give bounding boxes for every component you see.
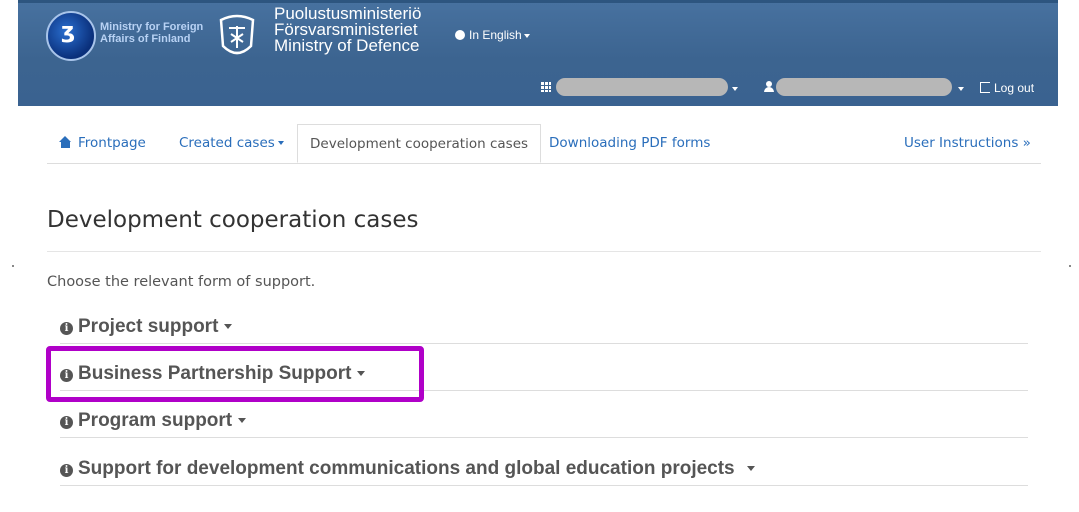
edge-mark xyxy=(1069,265,1071,267)
info-icon: i xyxy=(60,464,73,477)
support-label: Support for development communications a… xyxy=(78,458,735,479)
redacted-organization-menu[interactable] xyxy=(556,78,728,96)
home-icon xyxy=(59,136,72,148)
support-project[interactable]: i Project support xyxy=(60,316,1028,344)
support-program[interactable]: i Program support xyxy=(60,410,1028,438)
language-selector[interactable]: In English xyxy=(455,28,530,42)
globe-icon xyxy=(455,30,465,40)
chevron-down-icon xyxy=(238,418,247,424)
user-icon[interactable] xyxy=(764,81,774,92)
site-header: ʒ Ministry for Foreign Affairs of Finlan… xyxy=(18,0,1058,106)
highlight-box xyxy=(46,346,424,402)
chevron-down-icon xyxy=(277,141,284,145)
redacted-user-menu[interactable] xyxy=(776,78,952,96)
logout-icon xyxy=(980,82,990,93)
logout-button[interactable]: Log out xyxy=(980,81,1034,95)
chevron-down-icon xyxy=(523,33,530,38)
chevron-down-icon xyxy=(732,87,738,91)
divider xyxy=(47,251,1041,252)
page-title: Development cooperation cases xyxy=(47,207,419,233)
info-icon: i xyxy=(60,416,73,429)
support-development-communications[interactable]: i Support for development communications … xyxy=(60,458,1028,486)
mod-crest-icon[interactable] xyxy=(217,12,257,62)
tab-user-instructions[interactable]: User Instructions » xyxy=(904,124,1031,163)
chevron-down-icon xyxy=(958,87,964,91)
mfa-logo[interactable]: ʒ xyxy=(46,11,96,61)
info-icon: i xyxy=(60,322,73,335)
chevron-down-icon xyxy=(746,466,755,472)
tab-downloading-pdf-forms[interactable]: Downloading PDF forms xyxy=(549,124,710,163)
tab-development-cooperation-cases[interactable]: Development cooperation cases xyxy=(297,124,542,163)
mod-name[interactable]: Puolustusministeriö Försvarsministeriet … xyxy=(274,5,421,54)
tab-created-cases[interactable]: Created cases xyxy=(179,124,284,163)
support-label: Program support xyxy=(78,410,233,431)
support-label: Project support xyxy=(78,316,219,337)
tab-frontpage[interactable]: Frontpage xyxy=(59,124,146,163)
mfa-logo-text[interactable]: Ministry for Foreign Affairs of Finland xyxy=(100,21,203,45)
intro-text: Choose the relevant form of support. xyxy=(47,274,316,290)
nav-tabs: Frontpage Created cases Development coop… xyxy=(47,124,1041,164)
grid-icon[interactable] xyxy=(541,82,551,92)
edge-mark xyxy=(12,265,14,267)
chevron-down-icon xyxy=(224,324,233,330)
